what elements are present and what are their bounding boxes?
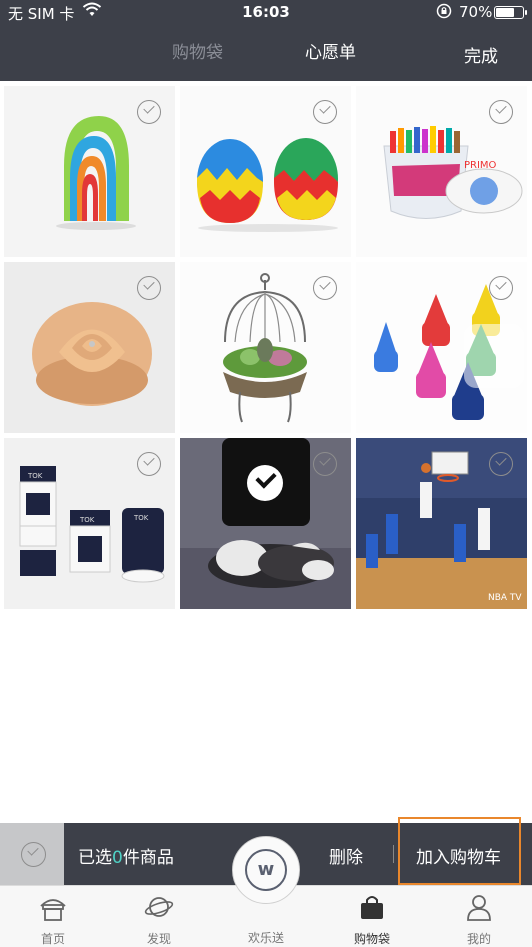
center-happy-send-button[interactable]: w [232, 836, 300, 904]
tab-mine-label: 我的 [466, 932, 491, 946]
shopping-bag-icon [361, 896, 383, 919]
product-rainbow-stacker[interactable] [4, 86, 175, 257]
selection-summary: 已选0件商品 [78, 843, 174, 868]
summary-suffix: 件商品 [122, 848, 174, 868]
top-bar: 无 SIM 卡 16:03 70% 购物袋 心愿单 完成 [0, 0, 532, 81]
planet-icon [144, 897, 174, 917]
select-check-icon[interactable] [313, 100, 337, 124]
select-check-icon[interactable] [489, 452, 513, 476]
select-check-icon[interactable] [137, 452, 161, 476]
svg-text:TOK: TOK [79, 516, 95, 524]
select-check-icon[interactable] [313, 452, 337, 476]
battery-icon [494, 6, 527, 19]
selected-badge[interactable] [222, 438, 310, 526]
tab-discover-label: 发现 [146, 932, 171, 946]
home-icon [40, 899, 66, 921]
add-to-cart-button[interactable]: 加入购物车 [398, 817, 521, 885]
tab-home-label: 首页 [40, 932, 65, 946]
header-nav: 购物袋 心愿单 完成 [0, 24, 532, 81]
tab-home[interactable]: 首页 [8, 886, 98, 947]
divider [393, 845, 394, 863]
clock: 16:03 [242, 3, 290, 21]
add-to-cart-label: 加入购物车 [416, 848, 501, 868]
tab-happy-send-label: 欢乐送 [247, 931, 284, 945]
product-tok-containers[interactable]: TOK TOK TOK [4, 438, 175, 609]
svg-text:PRIMO: PRIMO [464, 160, 497, 171]
status-bar: 无 SIM 卡 16:03 70% [0, 0, 532, 24]
select-check-icon[interactable] [489, 100, 513, 124]
rotation-lock-icon [436, 3, 452, 23]
product-basketball-photo[interactable]: NBA TV [356, 438, 527, 609]
svg-text:NBA TV: NBA TV [488, 593, 522, 603]
done-button[interactable]: 完成 [464, 42, 498, 67]
select-check-icon[interactable] [313, 276, 337, 300]
product-husky-photo[interactable] [180, 438, 351, 609]
svg-text:TOK: TOK [27, 472, 43, 480]
select-check-icon[interactable] [489, 276, 513, 300]
select-all-area[interactable] [0, 823, 64, 885]
selected-count: 0 [112, 848, 123, 868]
user-icon [467, 895, 491, 921]
w-logo-icon: w [245, 849, 287, 891]
product-wooden-rose[interactable] [4, 262, 175, 433]
summary-prefix: 已选 [78, 848, 112, 868]
select-check-icon[interactable] [137, 100, 161, 124]
tab-discover[interactable]: 发现 [114, 886, 204, 947]
tab-mine[interactable]: 我的 [434, 886, 524, 947]
delete-button[interactable]: 删除 [329, 843, 363, 868]
battery-percentage: 70% [459, 3, 493, 21]
tab-wishlist[interactable]: 心愿单 [305, 38, 356, 63]
product-crayon-bucket[interactable]: PRIMO [356, 86, 527, 257]
tab-shopping-bag[interactable]: 购物袋 [172, 38, 223, 63]
selected-check-icon [247, 465, 283, 501]
tab-shopping-bag-label: 购物袋 [353, 932, 390, 946]
product-egg-toys[interactable] [180, 86, 351, 257]
select-all-check-icon[interactable] [21, 842, 46, 867]
svg-text:TOK: TOK [133, 514, 149, 522]
select-check-icon[interactable] [137, 276, 161, 300]
product-birdcage-planter[interactable] [180, 262, 351, 433]
tab-shopping-bag-bottom[interactable]: 购物袋 [327, 886, 417, 947]
product-cone-crayons[interactable] [356, 262, 527, 433]
